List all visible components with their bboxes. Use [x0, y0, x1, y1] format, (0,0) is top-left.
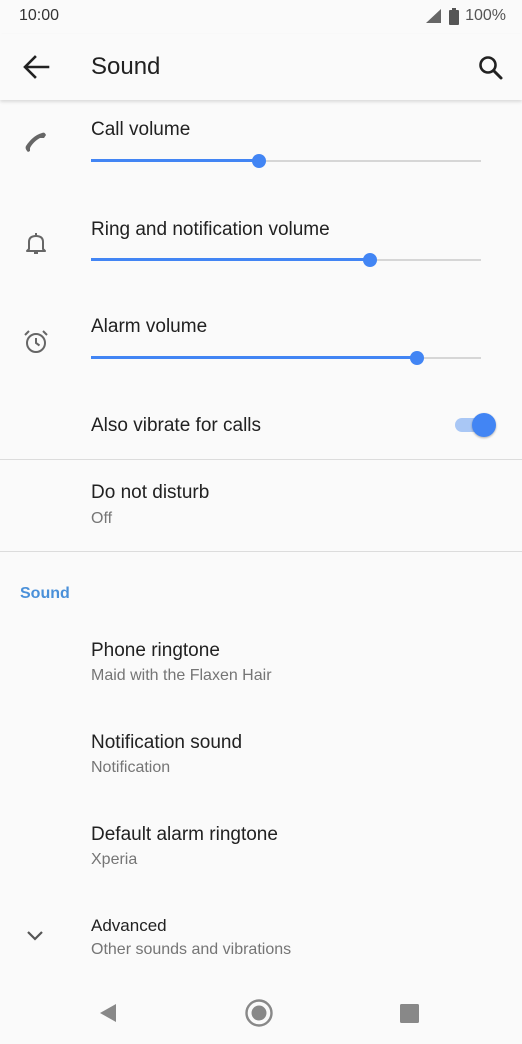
phone-ringtone-label: Phone ringtone: [91, 640, 220, 661]
bell-icon: [26, 233, 46, 254]
ring-volume-label: Ring and notification volume: [91, 219, 330, 240]
signal-icon: [426, 9, 442, 23]
search-icon[interactable]: [476, 53, 506, 83]
nav-home-icon[interactable]: [244, 998, 274, 1028]
battery-icon: [449, 7, 460, 25]
call-volume-slider[interactable]: [91, 151, 481, 171]
slider-fill: [91, 258, 370, 261]
alarm-volume-label: Alarm volume: [91, 316, 208, 337]
vibrate-row[interactable]: Also vibrate for calls: [0, 395, 522, 459]
back-arrow-icon[interactable]: [20, 53, 52, 81]
dnd-value: Off: [91, 510, 113, 527]
default-alarm-ringtone-value: Xperia: [91, 851, 138, 868]
advanced-value: Other sounds and vibrations: [91, 941, 292, 958]
default-alarm-ringtone-label: Default alarm ringtone: [91, 824, 278, 845]
call-volume-row: Call volume: [0, 100, 522, 198]
ring-volume-row: Ring and notification volume: [0, 198, 522, 297]
status-bar: 10:00 100%: [0, 0, 522, 34]
phone-icon: [25, 132, 46, 152]
page-title: Sound: [91, 53, 161, 80]
default-alarm-ringtone-row[interactable]: Default alarm ringtone Xperia: [0, 804, 522, 896]
chevron-down-icon: [27, 931, 43, 941]
alarm-volume-row: Alarm volume: [0, 297, 522, 395]
do-not-disturb-row[interactable]: Do not disturb Off: [0, 460, 522, 551]
alarm-clock-icon: [24, 330, 48, 353]
alarm-volume-slider[interactable]: [91, 348, 481, 368]
status-time: 10:00: [19, 7, 60, 24]
call-volume-label: Call volume: [91, 119, 191, 140]
phone-ringtone-value: Maid with the Flaxen Hair: [91, 667, 272, 684]
app-bar: Sound: [0, 34, 522, 100]
vibrate-toggle[interactable]: [455, 410, 499, 440]
navigation-bar: [0, 982, 522, 1044]
slider-thumb[interactable]: [409, 351, 424, 365]
nav-back-icon[interactable]: [97, 1002, 119, 1024]
dnd-label: Do not disturb: [91, 482, 210, 503]
advanced-row[interactable]: Advanced Other sounds and vibrations: [0, 896, 522, 982]
advanced-label: Advanced: [91, 916, 167, 935]
ring-volume-slider[interactable]: [91, 250, 481, 270]
notification-sound-label: Notification sound: [91, 732, 243, 753]
phone-ringtone-row[interactable]: Phone ringtone Maid with the Flaxen Hair: [0, 620, 522, 712]
toggle-knob: [472, 413, 496, 437]
settings-list[interactable]: Call volume Ring and notification volume…: [0, 100, 522, 982]
slider-fill: [91, 356, 417, 359]
section-header-sound: Sound: [20, 585, 70, 602]
vibrate-label: Also vibrate for calls: [91, 415, 262, 436]
nav-recents-icon[interactable]: [400, 1004, 419, 1023]
notification-sound-value: Notification: [91, 759, 171, 776]
slider-thumb[interactable]: [251, 154, 266, 168]
notification-sound-row[interactable]: Notification sound Notification: [0, 712, 522, 804]
status-icons: 100%: [425, 7, 506, 25]
slider-thumb[interactable]: [362, 253, 377, 267]
divider: [0, 551, 522, 552]
slider-fill: [91, 159, 259, 162]
battery-percent: 100%: [465, 7, 506, 24]
